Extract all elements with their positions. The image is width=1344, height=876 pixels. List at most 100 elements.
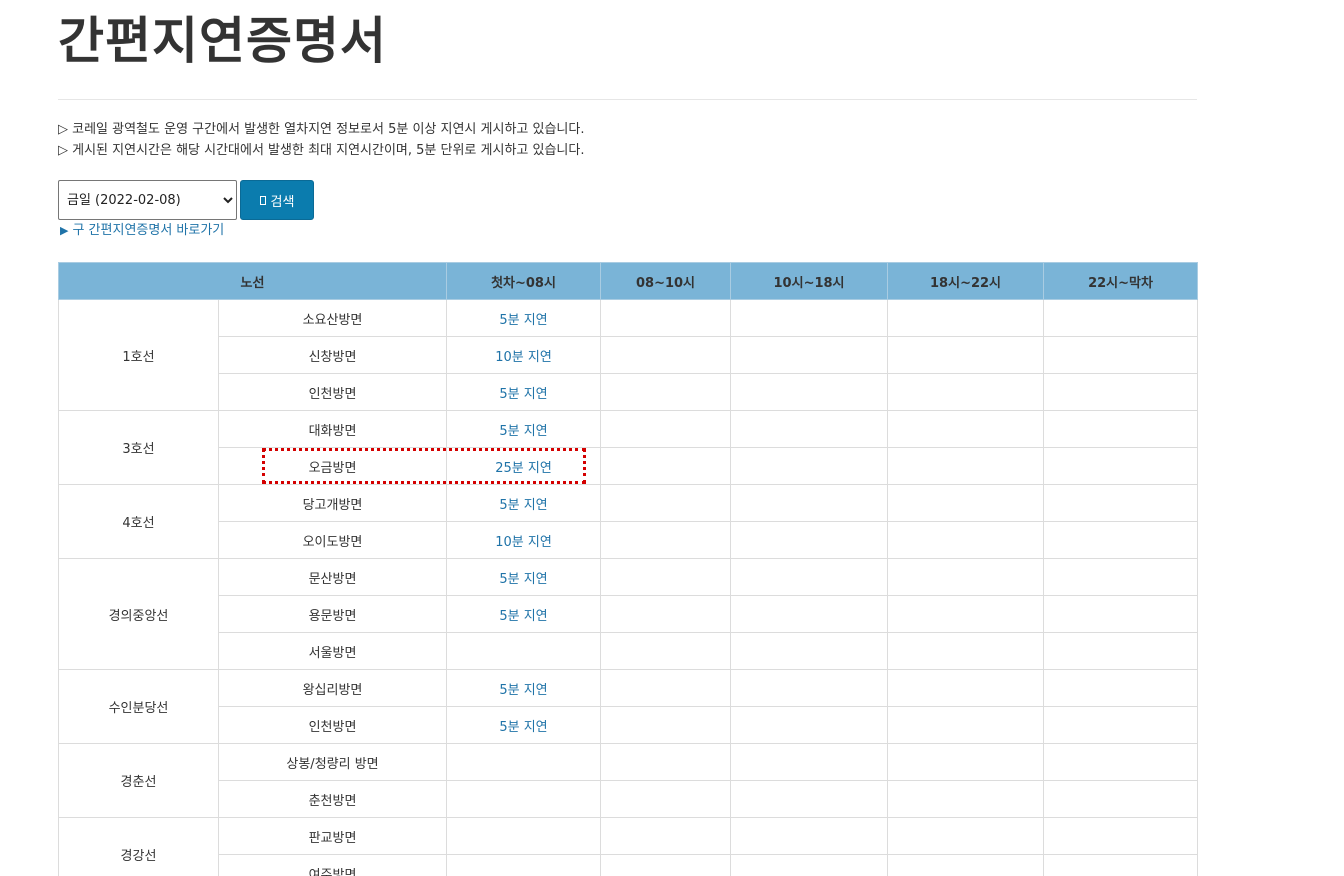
delay-cell bbox=[887, 743, 1045, 781]
delay-cell bbox=[1043, 854, 1199, 876]
delay-cell bbox=[600, 632, 732, 670]
delay-cell bbox=[887, 706, 1045, 744]
delay-cell bbox=[887, 410, 1045, 448]
line-name-cell: 경춘선 bbox=[58, 743, 219, 818]
notice-line: ▷ 코레일 광역철도 운영 구간에서 발생한 열차지연 정보로서 5분 이상 지… bbox=[58, 122, 585, 137]
delay-cell bbox=[730, 521, 889, 559]
delay-cell bbox=[887, 780, 1045, 818]
delay-cell bbox=[1043, 669, 1199, 707]
table-row: 4호선 당고개방면 5분 지연 bbox=[58, 484, 1199, 559]
delay-cell bbox=[600, 336, 732, 374]
delay-cell bbox=[600, 447, 732, 485]
delay-cell bbox=[600, 521, 732, 559]
line-name-cell: 수인분당선 bbox=[58, 669, 219, 744]
delay-cell bbox=[887, 299, 1045, 337]
table-row: 경강선 판교방면 bbox=[58, 817, 1199, 876]
line-name-cell: 경의중앙선 bbox=[58, 558, 219, 670]
delay-cell bbox=[1043, 706, 1199, 744]
delay-cell bbox=[730, 669, 889, 707]
table-row: 여주방면 bbox=[59, 854, 1199, 876]
triangle-right-icon: ▶ bbox=[60, 224, 69, 237]
delay-cell bbox=[887, 669, 1045, 707]
direction-cell: 오금방면 bbox=[217, 447, 448, 485]
direction-cell: 당고개방면 bbox=[217, 484, 448, 522]
line-name-cell: 4호선 bbox=[58, 484, 219, 559]
direction-cell: 오이도방면 bbox=[217, 521, 448, 559]
delay-cell bbox=[600, 595, 732, 633]
table-row: 용문방면 5분 지연 bbox=[59, 595, 1199, 633]
table-row: 인천방면 5분 지연 bbox=[59, 373, 1199, 411]
delay-cell bbox=[600, 558, 732, 596]
delay-cell bbox=[446, 854, 602, 876]
delay-cell: 10분 지연 bbox=[446, 336, 602, 374]
delay-cell bbox=[1043, 595, 1199, 633]
delay-cell: 5분 지연 bbox=[446, 410, 602, 448]
delay-cell bbox=[730, 743, 889, 781]
delay-cell bbox=[730, 706, 889, 744]
header-line: 노선 bbox=[57, 262, 448, 300]
header-22-to-last: 22시~막차 bbox=[1043, 262, 1199, 300]
delay-cell bbox=[887, 595, 1045, 633]
direction-cell: 소요산방면 bbox=[217, 299, 448, 337]
delay-cell: 5분 지연 bbox=[446, 558, 602, 596]
delay-cell bbox=[600, 743, 732, 781]
delay-cell bbox=[1043, 558, 1199, 596]
direction-cell: 왕십리방면 bbox=[217, 669, 448, 707]
delay-cell bbox=[730, 484, 889, 522]
direction-cell: 인천방면 bbox=[217, 373, 448, 411]
delay-table: 노선 첫차~08시 08~10시 10시~18시 18시~22시 22시~막차 … bbox=[57, 262, 1199, 876]
delay-cell bbox=[730, 817, 889, 855]
delay-cell bbox=[600, 854, 732, 876]
delay-cell bbox=[600, 780, 732, 818]
line-name-cell: 1호선 bbox=[58, 299, 219, 411]
delay-cell bbox=[600, 299, 732, 337]
delay-cell bbox=[446, 632, 602, 670]
delay-cell bbox=[887, 817, 1045, 855]
delay-cell bbox=[887, 521, 1045, 559]
delay-cell bbox=[887, 558, 1045, 596]
header-first-to-08: 첫차~08시 bbox=[446, 262, 602, 300]
line-name-cell: 3호선 bbox=[58, 410, 219, 485]
direction-cell: 춘천방면 bbox=[217, 780, 448, 818]
date-select[interactable]: 금일 (2022-02-08) bbox=[58, 180, 237, 220]
table-row: 오이도방면 10분 지연 bbox=[59, 521, 1199, 559]
search-button[interactable]: 검색 bbox=[240, 180, 314, 220]
delay-cell bbox=[600, 817, 732, 855]
direction-cell: 상봉/청량리 방면 bbox=[217, 743, 448, 781]
notice-line: ▷ 게시된 지연시간은 해당 시간대에서 발생한 최대 지연시간이며, 5분 단… bbox=[58, 143, 585, 158]
delay-cell bbox=[1043, 410, 1199, 448]
direction-cell: 신창방면 bbox=[217, 336, 448, 374]
delay-cell bbox=[446, 817, 602, 855]
header-18-to-22: 18시~22시 bbox=[887, 262, 1045, 300]
header-10-to-18: 10시~18시 bbox=[730, 262, 889, 300]
table-row: 3호선 대화방면 5분 지연 bbox=[58, 410, 1199, 485]
page: 간편지연증명서 ▷ 코레일 광역철도 운영 구간에서 발생한 열차지연 정보로서… bbox=[0, 0, 1344, 876]
table-body: 1호선 소요산방면 5분 지연 신창방면 10분 지연 인천방면 5분 지연 3호선 대화방면 5… bbox=[58, 299, 1199, 876]
delay-cell bbox=[600, 373, 732, 411]
delay-cell bbox=[730, 373, 889, 411]
direction-cell: 대화방면 bbox=[217, 410, 448, 448]
old-version-link[interactable]: ▶ 구 간편지연증명서 바로가기 bbox=[60, 221, 224, 241]
search-button-label: 검색 bbox=[270, 194, 295, 210]
delay-cell bbox=[730, 632, 889, 670]
delay-cell: 25분 지연 bbox=[446, 447, 602, 485]
table-header-row: 노선 첫차~08시 08~10시 10시~18시 18시~22시 22시~막차 bbox=[57, 262, 1199, 300]
search-icon bbox=[259, 195, 266, 205]
old-version-link-label: 구 간편지연증명서 바로가기 bbox=[72, 223, 225, 238]
delay-cell bbox=[887, 373, 1045, 411]
delay-cell bbox=[1043, 780, 1199, 818]
direction-cell: 문산방면 bbox=[217, 558, 448, 596]
delay-cell: 5분 지연 bbox=[446, 669, 602, 707]
delay-cell bbox=[887, 336, 1045, 374]
delay-cell bbox=[1043, 447, 1199, 485]
delay-cell bbox=[887, 484, 1045, 522]
table-row: 경춘선 상봉/청량리 방면 bbox=[58, 743, 1199, 818]
table-row: 1호선 소요산방면 5분 지연 bbox=[58, 299, 1199, 411]
delay-cell bbox=[887, 447, 1045, 485]
delay-cell: 5분 지연 bbox=[446, 706, 602, 744]
delay-cell bbox=[1043, 484, 1199, 522]
delay-cell bbox=[600, 706, 732, 744]
delay-cell: 5분 지연 bbox=[446, 373, 602, 411]
title-divider bbox=[58, 99, 1197, 100]
delay-cell bbox=[446, 780, 602, 818]
